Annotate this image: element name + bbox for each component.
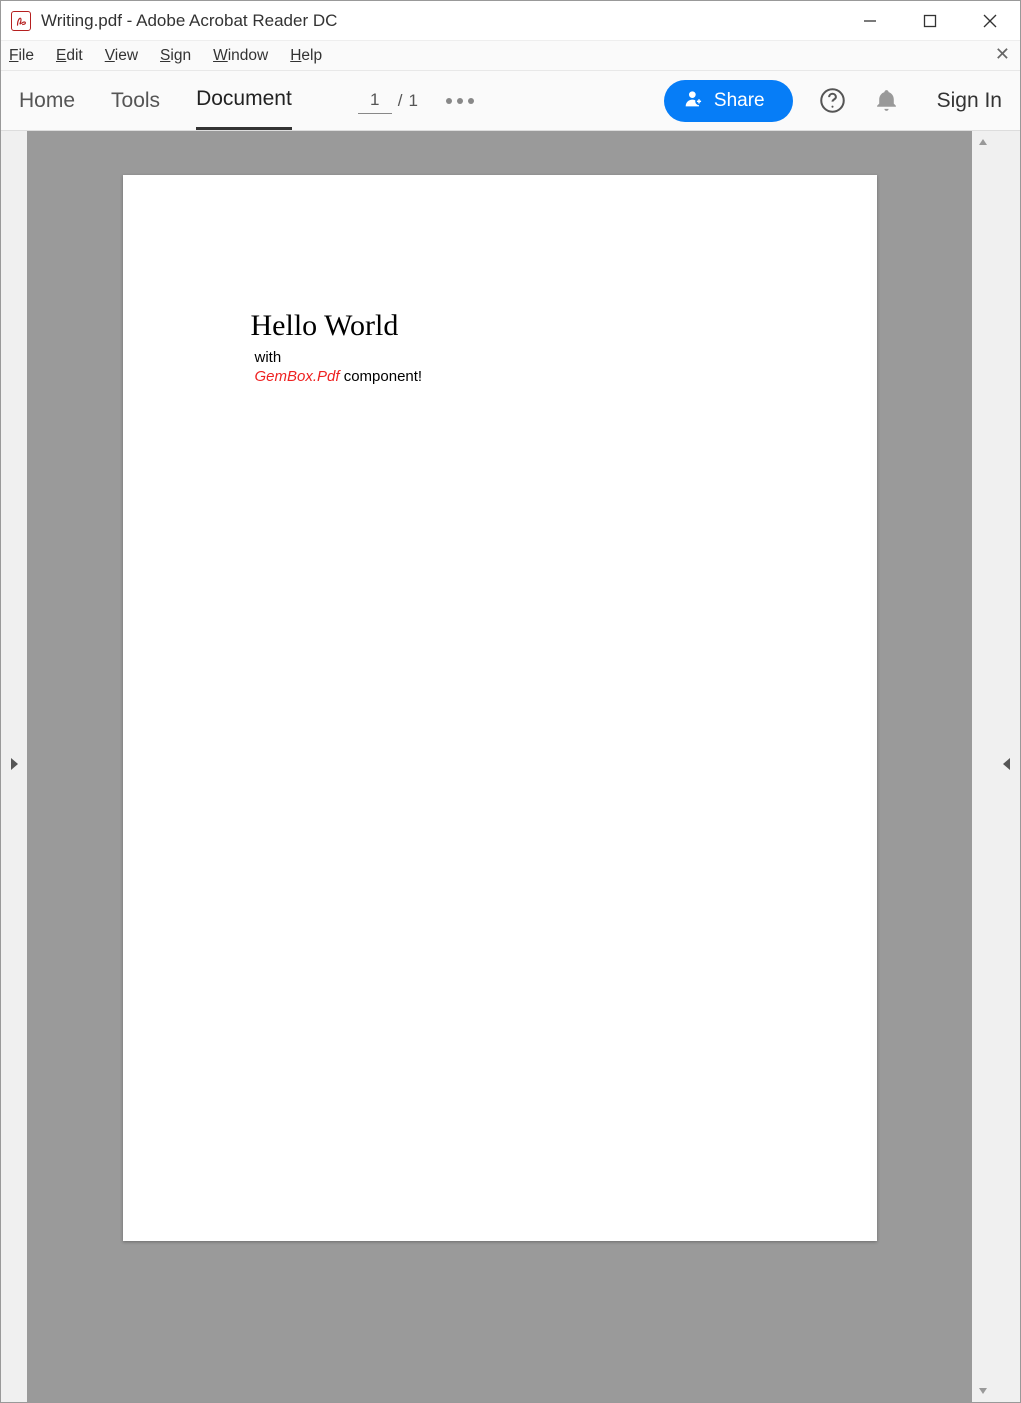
page-text-emphasis: GemBox.Pdf xyxy=(255,368,340,385)
content-area: Hello World with GemBox.Pdf component! xyxy=(1,131,1020,1402)
dots-icon xyxy=(446,98,452,104)
menu-help[interactable]: Help xyxy=(290,47,322,65)
page-heading: Hello World xyxy=(251,309,749,343)
page-indicator: / 1 xyxy=(358,88,418,114)
left-panel-toggle[interactable] xyxy=(1,131,27,1402)
tab-document[interactable]: Document xyxy=(196,71,292,130)
menu-bar: File Edit View Sign Window Help ✕ xyxy=(1,41,1020,71)
share-label: Share xyxy=(714,90,765,112)
right-panel-toggle[interactable] xyxy=(994,131,1020,1402)
minimize-button[interactable] xyxy=(840,1,900,40)
scroll-up-icon xyxy=(978,135,988,149)
chevron-left-icon xyxy=(1002,757,1012,776)
menu-file[interactable]: File xyxy=(9,47,34,65)
menu-edit[interactable]: Edit xyxy=(56,47,83,65)
menu-sign[interactable]: Sign xyxy=(160,47,191,65)
close-document-button[interactable]: ✕ xyxy=(995,44,1010,65)
menu-window[interactable]: Window xyxy=(213,47,268,65)
page-number-input[interactable] xyxy=(358,88,392,114)
title-bar: Writing.pdf - Adobe Acrobat Reader DC xyxy=(1,1,1020,41)
scroll-down-icon xyxy=(978,1384,988,1398)
share-button[interactable]: Share xyxy=(664,80,793,122)
window-title: Writing.pdf - Adobe Acrobat Reader DC xyxy=(41,11,840,31)
close-window-button[interactable] xyxy=(960,1,1020,40)
vertical-scrollbar[interactable] xyxy=(972,131,994,1402)
page-separator: / xyxy=(398,91,403,111)
more-options-button[interactable] xyxy=(446,98,474,104)
notifications-button[interactable] xyxy=(873,87,901,115)
document-page: Hello World with GemBox.Pdf component! xyxy=(123,175,877,1241)
help-button[interactable] xyxy=(819,87,847,115)
tab-tools[interactable]: Tools xyxy=(111,73,160,129)
page-total: 1 xyxy=(409,91,418,111)
acrobat-app-icon xyxy=(11,11,31,31)
person-add-icon xyxy=(684,88,704,114)
page-text-line-3: GemBox.Pdf component! xyxy=(255,368,749,385)
chevron-right-icon xyxy=(9,757,19,776)
document-viewport[interactable]: Hello World with GemBox.Pdf component! xyxy=(27,131,972,1402)
menu-view[interactable]: View xyxy=(105,47,138,65)
sign-in-button[interactable]: Sign In xyxy=(937,89,1002,113)
maximize-button[interactable] xyxy=(900,1,960,40)
page-text-line-2: with xyxy=(255,349,749,366)
tab-home[interactable]: Home xyxy=(19,73,75,129)
window-controls xyxy=(840,1,1020,40)
toolbar: Home Tools Document / 1 Share Sign In xyxy=(1,71,1020,131)
